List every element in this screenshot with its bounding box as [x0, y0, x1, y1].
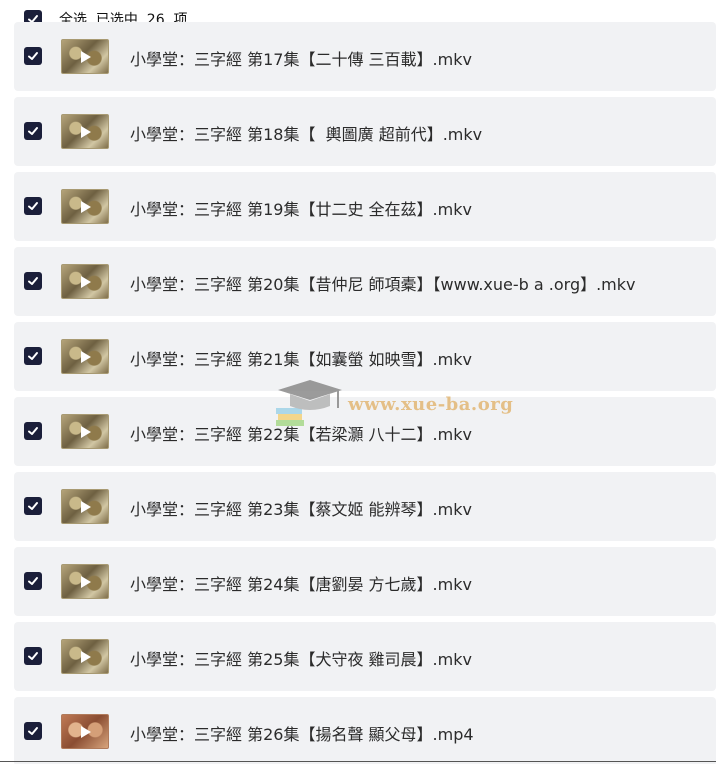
video-thumbnail [61, 39, 109, 74]
checkmark-icon [28, 502, 38, 510]
file-row[interactable]: 小學堂：三字經 第25集【犬守夜 雞司晨】.mkv [14, 622, 716, 691]
checkmark-icon [28, 127, 38, 135]
play-icon [81, 575, 91, 588]
file-name: 小學堂：三字經 第22集【若梁灝 八十二】.mkv [130, 425, 472, 444]
play-icon [81, 425, 91, 438]
checkmark-icon [28, 427, 38, 435]
file-row[interactable]: 小學堂：三字經 第23集【蔡文姬 能辨琴】.mkv [14, 472, 716, 541]
file-name: 小學堂：三字經 第18集【 輿圖廣 超前代】.mkv [130, 125, 483, 144]
checkmark-icon [28, 277, 38, 285]
checkmark-icon [28, 52, 38, 60]
play-icon [81, 500, 91, 513]
file-checkbox[interactable] [24, 47, 42, 65]
file-name: 小學堂：三字經 第26集【揚名聲 顯父母】.mp4 [130, 725, 474, 744]
checkmark-icon [28, 577, 38, 585]
file-name: 小學堂：三字經 第24集【唐劉晏 方七歲】.mkv [130, 575, 472, 594]
file-checkbox[interactable] [24, 497, 42, 515]
file-checkbox[interactable] [24, 122, 42, 140]
file-checkbox[interactable] [24, 722, 42, 740]
file-row[interactable]: 小學堂：三字經 第20集【昔仲尼 師項橐】【www.xue-b a .org】.… [14, 247, 716, 316]
file-checkbox[interactable] [24, 347, 42, 365]
video-thumbnail [61, 189, 109, 224]
file-row[interactable]: 小學堂：三字經 第19集【廿二史 全在茲】.mkv [14, 172, 716, 241]
file-checkbox[interactable] [24, 647, 42, 665]
play-icon [81, 350, 91, 363]
video-thumbnail [61, 414, 109, 449]
file-name: 小學堂：三字經 第20集【昔仲尼 師項橐】【www.xue-b a .org】.… [130, 275, 636, 294]
play-icon [81, 125, 91, 138]
play-icon [81, 650, 91, 663]
video-thumbnail [61, 564, 109, 599]
file-row[interactable]: 小學堂：三字經 第26集【揚名聲 顯父母】.mp4 [14, 697, 716, 764]
video-thumbnail [61, 339, 109, 374]
video-thumbnail [61, 114, 109, 149]
video-thumbnail [61, 489, 109, 524]
file-row[interactable]: 小學堂：三字經 第21集【如囊螢 如映雪】.mkv [14, 322, 716, 391]
file-name: 小學堂：三字經 第25集【犬守夜 雞司晨】.mkv [130, 650, 472, 669]
video-thumbnail [61, 714, 109, 749]
play-icon [81, 725, 91, 738]
file-checkbox[interactable] [24, 422, 42, 440]
file-row[interactable]: 小學堂：三字經 第18集【 輿圖廣 超前代】.mkv [14, 97, 716, 166]
play-icon [81, 200, 91, 213]
file-checkbox[interactable] [24, 272, 42, 290]
play-icon [81, 50, 91, 63]
file-checkbox[interactable] [24, 197, 42, 215]
file-selection-page: 全选 已选中 26 项 小學堂：三字經 第17集【二十傳 三百載】.mkv 小學堂… [0, 0, 716, 764]
file-name: 小學堂：三字經 第19集【廿二史 全在茲】.mkv [130, 200, 472, 219]
file-row[interactable]: 小學堂：三字經 第17集【二十傳 三百載】.mkv [14, 22, 716, 91]
file-row[interactable]: 小學堂：三字經 第22集【若梁灝 八十二】.mkv [14, 397, 716, 466]
checkmark-icon [28, 202, 38, 210]
file-name: 小學堂：三字經 第21集【如囊螢 如映雪】.mkv [130, 350, 472, 369]
bottom-divider [0, 761, 716, 762]
checkmark-icon [28, 727, 38, 735]
checkmark-icon [28, 352, 38, 360]
file-name: 小學堂：三字經 第17集【二十傳 三百載】.mkv [130, 50, 472, 69]
video-thumbnail [61, 264, 109, 299]
file-checkbox[interactable] [24, 572, 42, 590]
file-row[interactable]: 小學堂：三字經 第24集【唐劉晏 方七歲】.mkv [14, 547, 716, 616]
checkmark-icon [28, 652, 38, 660]
file-name: 小學堂：三字經 第23集【蔡文姬 能辨琴】.mkv [130, 500, 472, 519]
play-icon [81, 275, 91, 288]
video-thumbnail [61, 639, 109, 674]
